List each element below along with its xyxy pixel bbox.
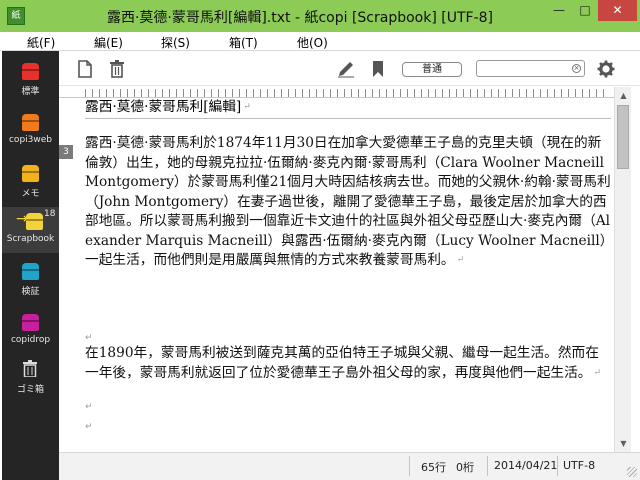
- sidebar-item-label: メモ: [21, 189, 40, 199]
- sidebar-item-label: ゴミ箱: [16, 385, 44, 395]
- app-icon[interactable]: 紙: [7, 7, 25, 25]
- paragraph-2: 在1890年，蒙哥馬利被送到薩克其萬的亞伯特王子城與父親、繼母一起生活。然而在一…: [85, 344, 611, 383]
- window-title: 露西·莫德·蒙哥馬利[編輯].txt - 紙copi [Scrapbook] […: [106, 10, 494, 26]
- sidebar-item-standard[interactable]: 標準: [2, 57, 59, 103]
- sidebar-item-label: Scrapbook: [6, 234, 55, 244]
- sidebar-item-copi3web[interactable]: copi3web: [2, 108, 59, 154]
- trash-icon: [23, 360, 37, 377]
- menu-search[interactable]: 探(S): [161, 34, 190, 51]
- sidebar-item-label: 標準: [21, 87, 40, 97]
- sidebar-item-memo[interactable]: メモ: [2, 159, 59, 205]
- red-box-icon: [22, 63, 39, 80]
- status-bar: 65行 0桁 2014/04/21 UTF-8: [59, 452, 640, 480]
- gear-icon[interactable]: [596, 59, 616, 79]
- return-mark: ↵: [593, 367, 601, 378]
- menu-bar: 紙(F) 編(E) 探(S) 箱(T) 他(O): [0, 32, 640, 51]
- empty-line: ↵: [85, 422, 93, 432]
- sidebar-item-label: copi3web: [8, 135, 52, 145]
- item-count-badge: 18: [44, 209, 56, 219]
- resize-grip[interactable]: [627, 467, 637, 477]
- close-button[interactable]: ✕: [598, 0, 637, 21]
- text-editor[interactable]: 露西·莫德·蒙哥馬利[編輯] ↵ 3 露西·莫德·蒙哥馬利於1874年11月30日…: [59, 98, 614, 452]
- bookmark-icon[interactable]: [368, 59, 388, 79]
- encoding-display: UTF-8: [563, 459, 596, 472]
- ruler: [59, 87, 614, 98]
- sidebar-item-label: copidrop: [10, 335, 51, 345]
- date-display: 2014/04/21: [494, 459, 558, 472]
- column-position: 0桁: [456, 461, 474, 474]
- paragraph-1: 露西·莫德·蒙哥馬利於1874年11月30日在加拿大愛德華王子島的克里夫頓（現在…: [85, 134, 611, 271]
- magenta-box-icon: [22, 314, 39, 331]
- status-divider: [487, 456, 488, 476]
- paragraph-text: 露西·莫德·蒙哥馬利於1874年11月30日在加拿大愛德華王子島的克里夫頓（現在…: [85, 135, 611, 268]
- scroll-up-icon[interactable]: ▲: [615, 87, 632, 104]
- cursor-line-marker: 3: [59, 145, 73, 159]
- trash-icon[interactable]: [107, 59, 127, 79]
- pen-icon[interactable]: [336, 59, 356, 79]
- menu-edit[interactable]: 編(E): [94, 34, 123, 51]
- sidebar-item-label: 検証: [21, 287, 40, 297]
- document-title-line: 露西·莫德·蒙哥馬利[編輯] ↵: [85, 98, 611, 119]
- title-bar: 紙 露西·莫德·蒙哥馬利[編輯].txt - 紙copi [Scrapbook]…: [0, 0, 640, 32]
- orange-box-icon: [22, 114, 39, 131]
- vertical-scrollbar[interactable]: ▲ ▼: [614, 87, 631, 452]
- document-title: 露西·莫德·蒙哥馬利[編輯]: [85, 99, 242, 115]
- menu-tools[interactable]: 箱(T): [229, 34, 258, 51]
- line-count: 65行: [421, 461, 446, 474]
- sidebar-item-copidrop[interactable]: copidrop: [2, 308, 59, 354]
- yellow-box-icon: [26, 213, 43, 230]
- menu-other[interactable]: 他(O): [297, 34, 328, 51]
- search-input[interactable]: ×: [476, 60, 585, 77]
- ruler-ticks: [85, 89, 605, 97]
- clear-search-icon[interactable]: ×: [572, 64, 581, 73]
- sidebar-item-scrapbook[interactable]: → 18 Scrapbook: [2, 207, 59, 253]
- sidebar-item-trash[interactable]: ゴミ箱: [2, 355, 59, 401]
- return-mark: ↵: [456, 255, 465, 265]
- scroll-down-icon[interactable]: ▼: [615, 435, 632, 452]
- paragraph-text: 在1890年，蒙哥馬利被送到薩克其萬的亞伯特王子城與父親、繼母一起生活。然而在一…: [85, 345, 599, 381]
- status-divider: [557, 456, 558, 476]
- toolbar: 普通 ×: [59, 51, 640, 86]
- scroll-thumb[interactable]: [617, 105, 629, 169]
- return-mark: ↵: [243, 102, 251, 112]
- empty-line: ↵: [85, 402, 93, 412]
- sidebar-item-verify[interactable]: 検証: [2, 257, 59, 303]
- blue-box-icon: [22, 263, 39, 280]
- sidebar: 標準 copi3web メモ → 18 Scrapbook 検証 copidro…: [2, 51, 59, 480]
- minimize-button[interactable]: —: [546, 0, 572, 21]
- new-document-icon[interactable]: [75, 59, 95, 79]
- mode-button[interactable]: 普通: [402, 62, 462, 77]
- yellow-box-icon: [22, 165, 39, 182]
- menu-file[interactable]: 紙(F): [27, 34, 55, 51]
- status-divider: [409, 456, 410, 476]
- maximize-button[interactable]: □: [572, 0, 598, 21]
